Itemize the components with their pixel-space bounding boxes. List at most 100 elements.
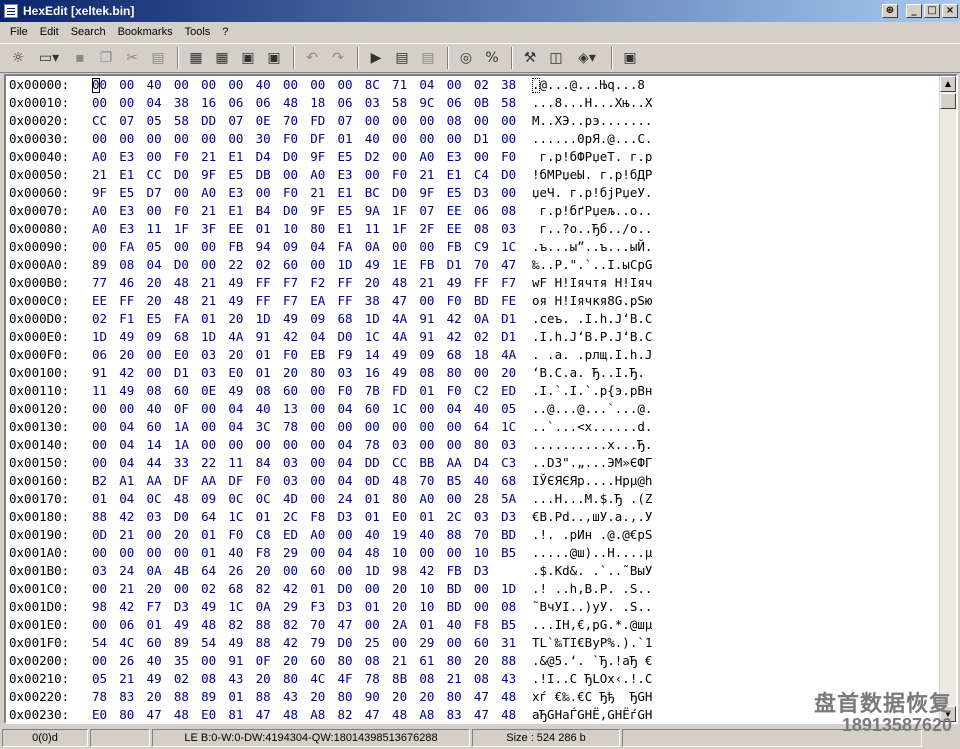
save-disk-icon[interactable]: ▪ bbox=[68, 47, 92, 69]
row-ascii-text[interactable]: ІЎЄЯЄЯр....Hpµ@h bbox=[532, 472, 652, 490]
row-hex-bytes[interactable]: 03 24 0A 4B 64 26 20 00 60 00 1D 98 42 F… bbox=[92, 562, 489, 580]
redo-icon[interactable]: ↷ bbox=[326, 47, 350, 69]
vertical-scrollbar[interactable]: ▲ ▼ bbox=[939, 76, 956, 722]
menu-search[interactable]: Search bbox=[65, 24, 112, 40]
close-button[interactable]: × bbox=[942, 4, 958, 18]
row-ascii-text[interactable]: ..D3".„...ЭМ»ЄФГ bbox=[532, 454, 652, 472]
row-hex-bytes[interactable]: A0 E3 00 F0 21 E1 D4 D0 9F E5 D2 00 A0 E… bbox=[92, 148, 516, 166]
bookmark-list-icon[interactable]: ▤ bbox=[390, 47, 414, 69]
row-ascii-text[interactable]: .I.`.I.`.р{э.рВн bbox=[532, 382, 652, 400]
hex-block-icon[interactable]: ▦ bbox=[184, 47, 208, 69]
row-ascii-text[interactable]: .сеъ. .I.h.J‘B.С bbox=[532, 310, 652, 328]
bookmark-icon[interactable]: ▤ bbox=[416, 47, 440, 69]
help-pin-button[interactable]: ⊕ bbox=[882, 4, 898, 18]
hexedit-app-icon[interactable] bbox=[4, 4, 18, 18]
row-hex-bytes[interactable]: 89 08 04 D0 00 22 02 60 00 1D 49 1E FB D… bbox=[92, 256, 516, 274]
row-ascii-text[interactable]: г..?о..Ђб../о.. bbox=[532, 220, 653, 238]
hex-editor-view[interactable]: 0x00000: 00 00 40 00 00 00 40 00 00 00 8C… bbox=[4, 74, 958, 724]
row-ascii-text[interactable]: ‰..Р.".`..I.ыСpG bbox=[532, 256, 652, 274]
row-ascii-text[interactable]: џеЧ. г.р!бјРџеУ. bbox=[532, 184, 652, 202]
copy-icon[interactable]: ❐ bbox=[94, 47, 118, 69]
row-hex-bytes[interactable]: A0 E3 00 F0 21 E1 B4 D0 9F E5 9A 1F 07 E… bbox=[92, 202, 516, 220]
row-hex-bytes[interactable]: 00 00 04 38 16 06 06 48 18 06 03 58 9C 0… bbox=[92, 94, 516, 112]
row-hex-bytes[interactable]: A0 E3 11 1F 3F EE 01 10 80 E1 11 1F 2F E… bbox=[92, 220, 516, 238]
row-hex-bytes[interactable]: 00 00 00 00 01 40 F8 29 00 04 48 10 00 0… bbox=[92, 544, 516, 562]
row-hex-bytes[interactable]: 21 E1 CC D0 9F E5 DB 00 A0 E3 00 F0 21 E… bbox=[92, 166, 516, 184]
undo-icon[interactable]: ↶ bbox=[300, 47, 324, 69]
byte-mode-icon[interactable]: ▣ bbox=[236, 47, 260, 69]
row-ascii-text[interactable]: ...8...H...Xњ..X bbox=[532, 94, 652, 112]
row-ascii-text[interactable]: г.р!бФРџеТ. г.р bbox=[532, 148, 653, 166]
row-hex-bytes[interactable]: 00 26 40 35 00 91 0F 20 60 80 08 21 61 8… bbox=[92, 652, 516, 670]
tools-icon[interactable]: ⚒ bbox=[518, 47, 542, 69]
row-ascii-text[interactable]: ...IH‚€‚pG.*.@шµ bbox=[532, 616, 652, 634]
row-hex-bytes[interactable]: 91 42 00 D1 03 E0 01 20 80 03 16 49 08 8… bbox=[92, 364, 516, 382]
menu-bookmarks[interactable]: Bookmarks bbox=[112, 24, 179, 40]
row-hex-bytes[interactable]: 01 04 0C 48 09 0C 0C 4D 00 24 01 80 A0 0… bbox=[92, 490, 516, 508]
row-ascii-text[interactable]: .!I..C ЂLOx‹.!.C bbox=[532, 670, 652, 688]
open-folder-icon[interactable]: ▭▾ bbox=[32, 47, 66, 69]
menu-file[interactable]: File bbox=[4, 24, 34, 40]
row-hex-bytes[interactable]: 05 21 49 02 08 43 20 80 4C 4F 78 8B 08 2… bbox=[92, 670, 516, 688]
row-hex-bytes[interactable]: B2 A1 AA DF AA DF F0 03 00 04 0D 48 70 B… bbox=[92, 472, 516, 490]
goto-icon[interactable]: ▶ bbox=[364, 47, 388, 69]
row-ascii-text[interactable]: ‘B.С.а. Ђ..I.Ђ. bbox=[532, 364, 652, 382]
row-hex-bytes[interactable]: 00 04 60 1A 00 04 3C 78 00 00 00 00 00 0… bbox=[92, 418, 516, 436]
row-hex-bytes[interactable]: 54 4C 60 89 54 49 88 42 79 D0 25 00 29 0… bbox=[92, 634, 516, 652]
compare-icon[interactable]: ◫ bbox=[544, 47, 568, 69]
row-hex-bytes[interactable]: 00 21 20 00 02 68 82 42 01 D0 00 20 10 B… bbox=[92, 580, 516, 598]
options-dropdown-icon[interactable]: ◈▾ bbox=[570, 47, 604, 69]
row-ascii-text[interactable]: ...H...M.$.Ђ .(Z bbox=[532, 490, 652, 508]
row-ascii-text[interactable]: .! ..h‚B.Р. .Ѕ.. bbox=[532, 580, 652, 598]
row-ascii-text[interactable]: ......0рЯ.@...С. bbox=[532, 130, 652, 148]
row-ascii-text[interactable]: ..........x...Ђ. bbox=[532, 436, 652, 454]
hex-table-icon[interactable]: ▦ bbox=[210, 47, 234, 69]
row-hex-bytes[interactable]: 00 00 40 0F 00 04 40 13 00 04 60 1C 00 0… bbox=[92, 400, 516, 418]
cut-icon[interactable]: ✂ bbox=[120, 47, 144, 69]
row-hex-bytes[interactable]: 00 04 14 1A 00 00 00 00 00 04 78 03 00 0… bbox=[92, 436, 516, 454]
row-ascii-text[interactable]: .....@ш)..H....µ bbox=[532, 544, 652, 562]
row-ascii-text[interactable]: xѓ €‰.€C Ђђ ЂGH bbox=[532, 688, 652, 706]
row-hex-bytes[interactable]: 02 F1 E5 FA 01 20 1D 49 09 68 1D 4A 91 4… bbox=[92, 310, 516, 328]
row-ascii-text[interactable]: .&@5.‘. `Ђ.!aЂ € bbox=[532, 652, 652, 670]
row-hex-bytes[interactable]: EE FF 20 48 21 49 FF F7 EA FF 38 47 00 F… bbox=[92, 292, 516, 310]
row-hex-bytes[interactable]: 11 49 08 60 0E 49 08 60 00 F0 7B FD 01 F… bbox=[92, 382, 516, 400]
maximize-button[interactable]: □ bbox=[924, 4, 940, 18]
row-ascii-text[interactable]: . .а. .рлщ.I.h.J bbox=[532, 346, 652, 364]
row-hex-bytes[interactable]: E0 80 47 48 E0 81 47 48 A8 82 47 48 A8 8… bbox=[92, 706, 516, 722]
row-ascii-text[interactable]: оя H!Іячкя8G.pЅю bbox=[532, 292, 652, 310]
row-ascii-text[interactable]: wF H!Іячтя H!Іяч bbox=[532, 274, 652, 292]
row-ascii-text[interactable]: .@...@...Њq...8 bbox=[532, 76, 645, 94]
row-hex-bytes[interactable]: CC 07 05 58 DD 07 0E 70 FD 07 00 00 00 0… bbox=[92, 112, 516, 130]
row-ascii-text[interactable]: €B.Рd..,шУ.а.,.У bbox=[532, 508, 652, 526]
replace-icon[interactable]: % bbox=[480, 47, 504, 69]
row-ascii-text[interactable]: ˜BчУI..)уУ. .Ѕ.. bbox=[532, 598, 652, 616]
row-ascii-text[interactable]: .!. .рИн .@.@€pЅ bbox=[532, 526, 652, 544]
menu-edit[interactable]: Edit bbox=[34, 24, 65, 40]
about-icon[interactable]: ▣ bbox=[618, 47, 642, 69]
row-hex-bytes[interactable]: 00 00 00 00 00 00 30 F0 DF 01 40 00 00 0… bbox=[92, 130, 516, 148]
row-hex-bytes[interactable]: 9F E5 D7 00 A0 E3 00 F0 21 E1 BC D0 9F E… bbox=[92, 184, 516, 202]
row-ascii-text[interactable]: аЂGHаЃGHЁ‚GHЁѓGH bbox=[532, 706, 652, 722]
row-ascii-text[interactable]: М..XЭ..pэ....... bbox=[532, 112, 652, 130]
row-ascii-text[interactable]: !бМРџеЫ. г.р!бДР bbox=[532, 166, 652, 184]
row-ascii-text[interactable]: .ъ...ы”..ъ...ыЙ. bbox=[532, 238, 652, 256]
row-hex-bytes[interactable]: 78 83 20 88 89 01 88 43 20 80 90 20 20 8… bbox=[92, 688, 516, 706]
row-hex-bytes[interactable]: 00 FA 05 00 00 FB 94 09 04 FA 0A 00 00 F… bbox=[92, 238, 516, 256]
minimize-button[interactable]: _ bbox=[906, 4, 922, 18]
find-binoculars-icon[interactable]: ◎ bbox=[454, 47, 478, 69]
scroll-thumb[interactable] bbox=[940, 93, 956, 109]
menu-tools[interactable]: Tools bbox=[179, 24, 217, 40]
row-hex-bytes[interactable]: 00 00 40 00 00 00 40 00 00 00 8C 71 04 0… bbox=[92, 76, 516, 94]
row-hex-bytes[interactable]: 06 20 00 E0 03 20 01 F0 EB F9 14 49 09 6… bbox=[92, 346, 516, 364]
row-ascii-text[interactable]: .I.h.J‘B.Р.J‘B.С bbox=[532, 328, 652, 346]
row-ascii-text[interactable]: ..@...@...`...@. bbox=[532, 400, 652, 418]
row-hex-bytes[interactable]: 77 46 20 48 21 49 FF F7 F2 FF 20 48 21 4… bbox=[92, 274, 516, 292]
row-ascii-text[interactable]: TL`‰TI€ByР%.).`1 bbox=[532, 634, 652, 652]
row-hex-bytes[interactable]: 00 06 01 49 48 82 88 82 70 47 00 2A 01 4… bbox=[92, 616, 516, 634]
row-hex-bytes[interactable]: 1D 49 09 68 1D 4A 91 42 04 D0 1C 4A 91 4… bbox=[92, 328, 516, 346]
row-hex-bytes[interactable]: 88 42 03 D0 64 1C 01 2C F8 D3 01 E0 01 2… bbox=[92, 508, 516, 526]
row-ascii-text[interactable]: г.р!бґРџељ..о.. bbox=[532, 202, 653, 220]
row-hex-bytes[interactable]: 98 42 F7 D3 49 1C 0A 29 F3 D3 01 20 10 B… bbox=[92, 598, 516, 616]
row-ascii-text[interactable]: ..`...<x......d. bbox=[532, 418, 652, 436]
